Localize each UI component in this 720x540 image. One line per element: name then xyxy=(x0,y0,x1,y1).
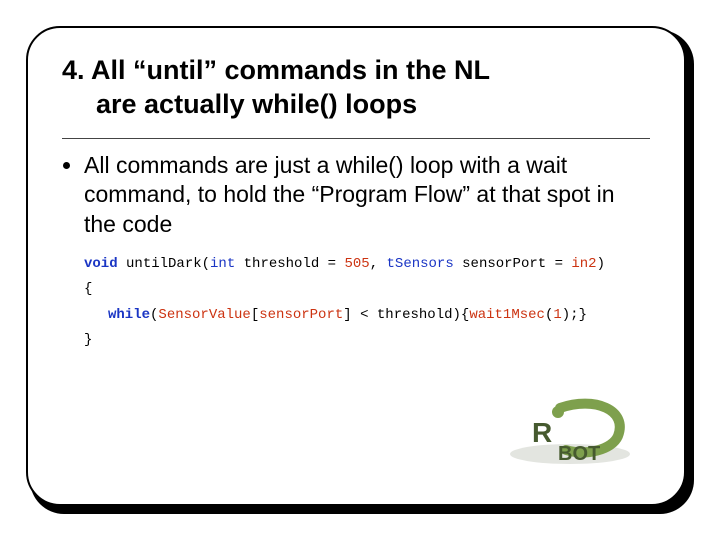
threshold-ref: threshold xyxy=(377,307,453,323)
equals-1: = xyxy=(328,256,345,272)
paren-close: ) xyxy=(597,256,605,272)
keyword-void: void xyxy=(84,256,118,272)
equals-2: = xyxy=(555,256,572,272)
logo-text-bot: BOT xyxy=(558,443,600,465)
body-close: } xyxy=(579,307,587,323)
brace-open: { xyxy=(84,281,92,297)
type-tsensors: tSensors xyxy=(387,256,454,272)
semicolon: ; xyxy=(570,307,578,323)
bracket-close: ] xyxy=(343,307,351,323)
code-line-4: } xyxy=(84,328,650,353)
wait-paren-close: ) xyxy=(562,307,570,323)
slide-title: 4. All “until” commands in the NL are ac… xyxy=(62,54,650,122)
param-sensorport: sensorPort xyxy=(454,256,555,272)
while-paren-close: ) xyxy=(453,307,461,323)
code-line-3: while(SensorValue[sensorPort] < threshol… xyxy=(84,303,650,328)
type-int: int xyxy=(210,256,235,272)
param-threshold: threshold xyxy=(235,256,327,272)
wait1msec: wait1Msec xyxy=(469,307,545,323)
bullet-list: All commands are just a while() loop wit… xyxy=(62,151,650,241)
lt-op: < xyxy=(352,307,377,323)
paren-open: ( xyxy=(202,256,210,272)
bracket-open: [ xyxy=(251,307,259,323)
value-505: 505 xyxy=(344,256,369,272)
comma: , xyxy=(370,256,387,272)
code-line-2: { xyxy=(84,277,650,302)
function-name: untilDark xyxy=(118,256,202,272)
logo-letter-r: R xyxy=(532,417,552,448)
sensorport-ref: sensorPort xyxy=(259,307,343,323)
keyword-while: while xyxy=(108,307,150,323)
title-line-1: 4. All “until” commands in the NL xyxy=(62,55,490,85)
frame: 4. All “until” commands in the NL are ac… xyxy=(26,26,686,506)
bullet-item: All commands are just a while() loop wit… xyxy=(84,151,650,241)
robotc-logo: R BOT xyxy=(500,398,640,468)
divider xyxy=(62,138,650,139)
brace-close: } xyxy=(84,332,92,348)
slide: 4. All “until” commands in the NL are ac… xyxy=(0,0,720,540)
title-line-2: are actually while() loops xyxy=(62,89,417,119)
sensorvalue: SensorValue xyxy=(158,307,250,323)
value-in2: in2 xyxy=(571,256,596,272)
code-line-1: void untilDark(int threshold = 505, tSen… xyxy=(84,252,650,277)
wait-arg: 1 xyxy=(553,307,561,323)
code-snippet: void untilDark(int threshold = 505, tSen… xyxy=(84,252,650,353)
